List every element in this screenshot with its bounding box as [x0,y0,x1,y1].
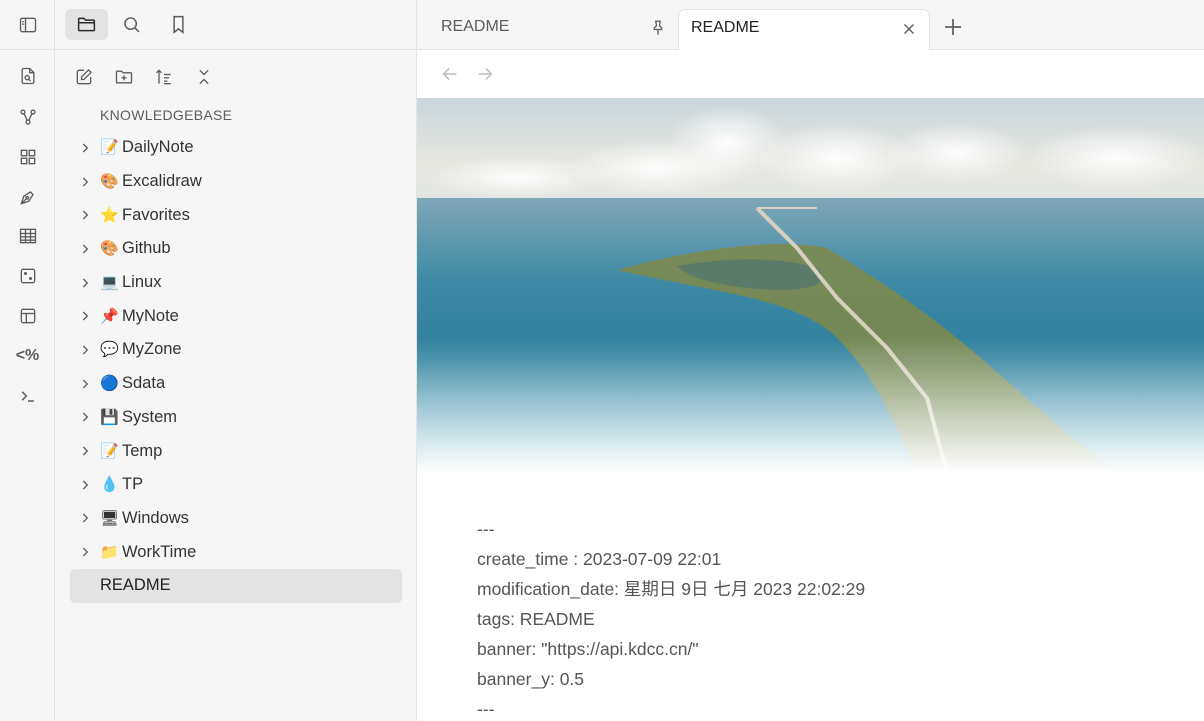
vault-name: KNOWLEDGEBASE [100,107,233,123]
frontmatter-line: create_time : 2023-07-09 22:01 [477,549,722,569]
frontmatter-line: --- [477,519,495,539]
chevron-right-icon[interactable] [78,175,92,189]
chevron-right-icon[interactable] [78,545,92,559]
chevron-right-icon[interactable] [78,276,92,290]
left-ribbon: <% [0,0,55,721]
folder-emoji-icon: 🔵 [100,375,119,393]
chevron-right-icon[interactable] [78,141,92,155]
back-arrow-icon[interactable] [439,63,461,85]
file-tree: 📝 DailyNote 🎨 Excalidraw ⭐ Favorites 🎨 Github 💻 L… [70,131,402,603]
file-readme[interactable]: README [70,568,402,603]
folder-emoji-icon: 💬 [100,341,119,359]
folder-github[interactable]: 🎨 Github [70,232,402,266]
tab-bar: README README [417,0,1204,50]
file-explorer-sidebar: KNOWLEDGEBASE 📝 DailyNote 🎨 Excalidraw ⭐ Favo… [55,0,417,721]
folder-worktime[interactable]: 📁 WorkTime [70,535,402,569]
folder-dailynote[interactable]: 📝 DailyNote [70,131,402,165]
folder-emoji-icon: ⭐ [100,206,119,224]
frontmatter-line: banner: "https://api.kdcc.cn/" [477,639,699,659]
folder-myzone[interactable]: 💬 MyZone [70,333,402,367]
sort-icon[interactable] [149,62,179,92]
folder-sdata[interactable]: 🔵 Sdata [70,367,402,401]
folder-emoji-icon: 💾 [100,408,119,426]
folder-favorites[interactable]: ⭐ Favorites [70,198,402,232]
close-icon[interactable] [900,20,918,38]
banner-image [417,98,1204,473]
frontmatter-line: tags: README [477,609,595,629]
folder-emoji-icon: 📝 [100,442,119,460]
terminal-icon[interactable] [14,382,41,409]
tab-readme-pinned[interactable]: README [429,9,677,50]
bookmark-icon[interactable] [157,9,200,40]
file-explorer-actions [55,58,416,94]
sidebar-tab-bar [55,0,416,50]
file-label: README [100,576,171,595]
layout-icon[interactable] [14,302,41,329]
chevron-right-icon[interactable] [78,444,92,458]
folder-emoji-icon: 🎨 [100,240,119,258]
chevron-right-icon[interactable] [78,410,92,424]
pin-icon[interactable] [649,19,667,37]
folder-temp[interactable]: 📝 Temp [70,434,402,468]
template-icon[interactable]: <% [14,342,41,369]
folder-windows[interactable]: 🖥 Windows [70,502,402,536]
folder-emoji-icon: 🖥 [100,509,120,527]
folder-label: Sdata [122,374,166,393]
collapse-all-icon[interactable] [189,62,219,92]
dashboard-icon[interactable] [14,143,41,170]
chevron-right-icon[interactable] [78,511,92,525]
folder-label: Excalidraw [122,172,202,191]
folder-emoji-icon: 📝 [100,139,119,157]
folder-label: TP [122,475,144,494]
tab-label: README [441,18,510,35]
folder-mynote[interactable]: 📌 MyNote [70,299,402,333]
folder-system[interactable]: 💾 System [70,401,402,435]
frontmatter-line: modification_date: 星期日 9日 七月 2023 22:02:… [477,579,866,599]
folder-label: MyZone [122,340,182,359]
graph-icon[interactable] [14,103,41,130]
new-note-icon[interactable] [69,62,99,92]
folder-label: Github [122,239,171,258]
folder-emoji-icon: 🎨 [100,173,119,191]
folder-tp[interactable]: 💧 TP [70,468,402,502]
folder-emoji-icon: 💻 [100,274,119,292]
table-icon[interactable] [14,222,41,249]
folder-label: MyNote [122,306,179,325]
folder-linux[interactable]: 💻 Linux [70,266,402,300]
folder-emoji-icon: 📌 [100,307,119,325]
file-search-icon[interactable] [14,62,41,89]
chevron-right-icon[interactable] [78,377,92,391]
ribbon-header [0,0,55,50]
folder-label: Linux [122,273,162,292]
note-content[interactable]: --- create_time : 2023-07-09 22:01 modific… [477,514,1177,721]
chevron-right-icon[interactable] [78,242,92,256]
folder-excalidraw[interactable]: 🎨 Excalidraw [70,165,402,199]
chevron-right-icon[interactable] [78,478,92,492]
view-header [417,50,1204,98]
folder-icon[interactable] [65,9,108,40]
folder-emoji-icon: 📁 [100,543,119,561]
main-editor-area: README README --- create_time: 2023-07-… [417,0,1204,721]
folder-emoji-icon: 💧 [100,476,119,494]
frontmatter-line: banner_y: 0.5 [477,669,585,689]
new-tab-icon[interactable] [941,15,965,39]
chevron-right-icon[interactable] [78,208,92,222]
folder-label: Temp [122,441,163,460]
frontmatter-line: --- [477,699,495,719]
folder-label: Favorites [122,205,190,224]
forward-arrow-icon[interactable] [474,63,496,85]
folder-label: System [122,407,178,426]
tab-label: README [691,19,760,36]
folder-label: Windows [122,508,189,527]
chevron-right-icon[interactable] [78,309,92,323]
chevron-right-icon[interactable] [78,343,92,357]
search-icon[interactable] [110,9,153,40]
sidebar-toggle-icon[interactable] [14,11,41,38]
new-folder-icon[interactable] [109,62,139,92]
dice-icon[interactable] [14,262,41,289]
folder-label: DailyNote [122,138,194,157]
folder-label: WorkTime [122,542,197,561]
pen-tool-icon[interactable] [14,183,41,210]
tab-readme-active[interactable]: README [678,9,930,50]
